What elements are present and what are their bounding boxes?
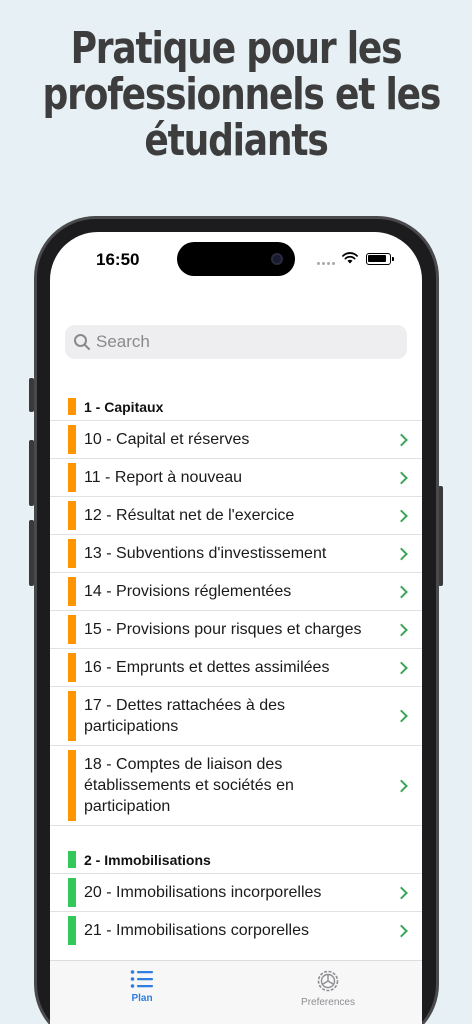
item-label: 13 - Subventions d'investissement: [84, 545, 327, 562]
list-item[interactable]: 14 - Provisions réglementées: [50, 572, 422, 610]
item-label: 11 - Report à nouveau: [84, 469, 243, 486]
section-title: 2 - Immobilisations: [84, 852, 211, 868]
search-input[interactable]: [96, 332, 396, 352]
color-bar: [68, 878, 76, 907]
item-label: 17 - Dettes rattachées à des participati…: [84, 697, 285, 735]
account-plan-list: 1 - Capitaux 10 - Capital et réserves 11…: [50, 394, 422, 949]
list-item[interactable]: 18 - Comptes de liaison des établissemen…: [50, 745, 422, 825]
dynamic-island: [177, 242, 295, 276]
wifi-icon: [342, 252, 358, 264]
color-bar: [68, 653, 76, 682]
tab-preferences-label: Preferences: [301, 997, 355, 1008]
search-icon: [74, 334, 90, 350]
color-bar: [68, 539, 76, 568]
item-label: 18 - Comptes de liaison des établissemen…: [84, 756, 294, 815]
list-item[interactable]: 10 - Capital et réserves: [50, 420, 422, 458]
section-header: 2 - Immobilisations: [50, 847, 422, 873]
section-divider: [50, 825, 422, 847]
section-color-bar: [68, 398, 76, 415]
item-label: 15 - Provisions pour risques et charges: [84, 621, 362, 638]
list-icon: [130, 970, 153, 988]
section-color-bar: [68, 851, 76, 868]
item-label: 14 - Provisions réglementées: [84, 583, 292, 600]
color-bar: [68, 615, 76, 644]
tab-plan-label: Plan: [131, 993, 153, 1004]
color-bar: [68, 916, 76, 945]
section-header: 1 - Capitaux: [50, 394, 422, 420]
chevron-right-icon: [395, 585, 408, 598]
gear-icon: [317, 970, 339, 992]
section-title: 1 - Capitaux: [84, 399, 164, 415]
chevron-right-icon: [395, 924, 408, 937]
chevron-right-icon: [395, 709, 408, 723]
color-bar: [68, 577, 76, 606]
headline-line: étudiants: [144, 115, 329, 166]
chevron-right-icon: [395, 623, 408, 636]
tab-bar: Plan Preferences: [50, 960, 422, 1024]
chevron-right-icon: [395, 886, 408, 899]
battery-icon: [366, 253, 394, 265]
list-item[interactable]: 17 - Dettes rattachées à des participati…: [50, 686, 422, 745]
tab-preferences[interactable]: Preferences: [288, 969, 368, 1008]
signal-icon: [317, 262, 335, 265]
list-item[interactable]: 20 - Immobilisations incorporelles: [50, 873, 422, 911]
color-bar: [68, 425, 76, 454]
phone-screen: 16:50 1 - Capitaux 10 - Capital et réser…: [50, 232, 422, 1024]
item-label: 20 - Immobilisations incorporelles: [84, 884, 322, 901]
list-item[interactable]: 13 - Subventions d'investissement: [50, 534, 422, 572]
chevron-right-icon: [395, 661, 408, 674]
list-item[interactable]: 16 - Emprunts et dettes assimilées: [50, 648, 422, 686]
headline-line: professionnels et les: [42, 69, 441, 120]
tab-plan[interactable]: Plan: [102, 969, 182, 1004]
search-bar[interactable]: [65, 325, 407, 359]
color-bar: [68, 501, 76, 530]
chevron-right-icon: [395, 547, 408, 560]
status-time: 16:50: [96, 250, 140, 269]
list-item[interactable]: 12 - Résultat net de l'exercice: [50, 496, 422, 534]
item-label: 12 - Résultat net de l'exercice: [84, 507, 295, 524]
chevron-right-icon: [395, 433, 408, 446]
camera-icon: [271, 253, 283, 265]
color-bar: [68, 691, 76, 741]
chevron-right-icon: [395, 509, 408, 522]
chevron-right-icon: [395, 779, 408, 792]
color-bar: [68, 750, 76, 821]
list-item[interactable]: 15 - Provisions pour risques et charges: [50, 610, 422, 648]
item-label: 10 - Capital et réserves: [84, 431, 250, 448]
marketing-headline: Pratique pour les professionnels et les …: [42, 23, 441, 166]
color-bar: [68, 463, 76, 492]
list-item[interactable]: 11 - Report à nouveau: [50, 458, 422, 496]
item-label: 21 - Immobilisations corporelles: [84, 922, 309, 939]
item-label: 16 - Emprunts et dettes assimilées: [84, 659, 330, 676]
chevron-right-icon: [395, 471, 408, 484]
list-item[interactable]: 21 - Immobilisations corporelles: [50, 911, 422, 949]
headline-line: Pratique pour les: [70, 23, 403, 74]
